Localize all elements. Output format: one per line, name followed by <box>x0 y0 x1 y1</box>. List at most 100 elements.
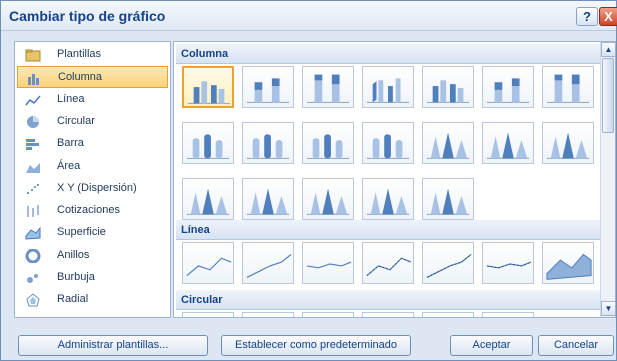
category-item[interactable]: Circular <box>17 111 168 133</box>
surface-chart-icon <box>25 226 41 240</box>
chart-preview-icon <box>546 132 590 159</box>
category-item[interactable]: Cotizaciones <box>17 200 168 222</box>
category-item[interactable]: Línea <box>17 89 168 111</box>
chart-subtype-thumbnail[interactable] <box>422 312 474 318</box>
close-button[interactable]: X <box>599 7 617 26</box>
bar-chart-icon <box>26 139 39 151</box>
category-item[interactable]: Plantillas <box>17 44 168 66</box>
bubble-chart-icon <box>27 274 38 283</box>
category-label: Columna <box>58 71 103 84</box>
chart-preview-icon <box>246 253 292 278</box>
chart-subtype-thumbnail[interactable] <box>422 122 474 164</box>
gallery-section-header: Columna <box>176 44 600 64</box>
chart-preview-icon <box>546 253 592 280</box>
category-item[interactable]: Anillos <box>17 245 168 267</box>
chart-subtype-thumbnail[interactable] <box>302 122 354 164</box>
chart-preview-icon <box>546 74 590 103</box>
chart-subtype-thumbnail[interactable] <box>302 178 354 220</box>
scroll-thumb[interactable] <box>602 58 614 133</box>
chart-subtype-thumbnail[interactable] <box>182 122 234 164</box>
chart-subtype-thumbnail[interactable] <box>362 242 414 284</box>
area-chart-icon <box>26 162 40 173</box>
chart-subtype-thumbnail[interactable] <box>422 242 474 284</box>
category-item[interactable]: Área <box>17 156 168 178</box>
folder-icon <box>25 49 41 62</box>
chart-preview-icon <box>186 257 232 276</box>
chart-subtype-thumbnail[interactable] <box>302 242 354 284</box>
chart-subtype-thumbnail[interactable] <box>182 66 234 108</box>
dialog-title: Cambiar tipo de gráfico <box>9 8 166 24</box>
chart-subtype-thumbnail[interactable] <box>482 242 534 284</box>
category-label: Línea <box>57 92 85 105</box>
chart-subtype-thumbnail[interactable] <box>482 312 534 318</box>
chart-preview-icon <box>187 81 231 104</box>
gallery-section-header: Línea <box>176 220 600 240</box>
category-item[interactable]: Columna <box>17 66 168 89</box>
chart-preview-icon <box>246 134 290 159</box>
category-item[interactable]: Radial <box>17 289 168 311</box>
chart-subtype-thumbnail[interactable] <box>482 122 534 164</box>
chart-preview-icon <box>426 253 472 278</box>
chart-subtype-thumbnail[interactable] <box>242 242 294 284</box>
chart-subtype-thumbnail[interactable] <box>422 66 474 108</box>
help-button[interactable]: ? <box>576 7 598 26</box>
chart-subtype-thumbnail[interactable] <box>362 122 414 164</box>
chart-subtype-thumbnail[interactable] <box>182 242 234 284</box>
radar-chart-icon <box>26 293 40 307</box>
scroll-up-arrow-icon[interactable]: ▲ <box>601 42 615 57</box>
category-label: Circular <box>57 114 95 127</box>
cancel-button[interactable]: Cancelar <box>538 335 614 356</box>
section-label: Circular <box>181 294 223 306</box>
chart-preview-icon <box>366 134 410 159</box>
chart-preview-icon <box>486 261 532 269</box>
chart-subtype-thumbnail[interactable] <box>242 178 294 220</box>
chart-subtype-thumbnail[interactable] <box>362 312 414 317</box>
chart-subtype-thumbnail[interactable] <box>362 66 414 108</box>
manage-templates-button[interactable]: Administrar plantillas... <box>18 335 208 356</box>
category-item[interactable]: Burbuja <box>17 267 168 289</box>
chart-preview-icon <box>366 78 410 103</box>
category-item[interactable]: Superficie <box>17 222 168 244</box>
chart-preview-icon <box>306 134 350 159</box>
chart-subtype-thumbnail[interactable] <box>362 178 414 220</box>
chart-preview-icon <box>425 316 473 318</box>
category-label: Barra <box>57 137 84 150</box>
chart-preview-icon <box>485 316 533 318</box>
stock-chart-icon <box>27 205 39 218</box>
chart-subtype-thumbnail[interactable] <box>482 66 534 108</box>
line-chart-icon <box>25 95 41 106</box>
scroll-down-arrow-icon[interactable]: ▼ <box>601 301 615 316</box>
chart-subtype-thumbnail[interactable] <box>242 66 294 108</box>
category-label: Anillos <box>57 248 90 261</box>
category-label: Cotizaciones <box>57 204 120 217</box>
chart-preview-icon <box>366 257 412 276</box>
gallery-scrollbar[interactable]: ▲ ▼ <box>600 42 615 317</box>
chart-subtype-thumbnail[interactable] <box>302 312 354 317</box>
chart-preview-icon <box>306 188 350 215</box>
chart-preview-icon <box>426 188 470 215</box>
category-item[interactable]: Barra <box>17 133 168 155</box>
category-label: Plantillas <box>57 48 102 60</box>
doughnut-chart-icon <box>25 248 41 263</box>
chart-subtype-thumbnail[interactable] <box>542 242 594 284</box>
column-chart-icon <box>28 74 39 86</box>
chart-category-list: Plantillas Columna Línea Circular Barra Área X… <box>14 41 171 318</box>
category-label: Superficie <box>57 226 106 239</box>
chart-subtype-thumbnail[interactable] <box>182 178 234 220</box>
chart-preview-icon <box>486 78 530 103</box>
chart-subtype-thumbnail[interactable] <box>182 312 234 317</box>
chart-subtype-thumbnail[interactable] <box>242 312 294 317</box>
chart-subtype-thumbnail[interactable] <box>542 122 594 164</box>
chart-subtype-thumbnail[interactable] <box>302 66 354 108</box>
chart-preview-icon <box>246 188 290 215</box>
set-default-button[interactable]: Establecer como predeterminado <box>221 335 411 356</box>
chart-preview-icon <box>426 80 470 103</box>
category-item[interactable]: X Y (Dispersión) <box>17 178 168 200</box>
section-label: Línea <box>181 224 210 236</box>
chart-subtype-thumbnail[interactable] <box>242 122 294 164</box>
category-label: Radial <box>57 293 89 306</box>
accept-button[interactable]: Aceptar <box>450 335 533 356</box>
chart-subtype-thumbnail[interactable] <box>542 66 594 108</box>
chart-subtype-thumbnail[interactable] <box>422 178 474 220</box>
chart-preview-icon <box>306 261 352 269</box>
